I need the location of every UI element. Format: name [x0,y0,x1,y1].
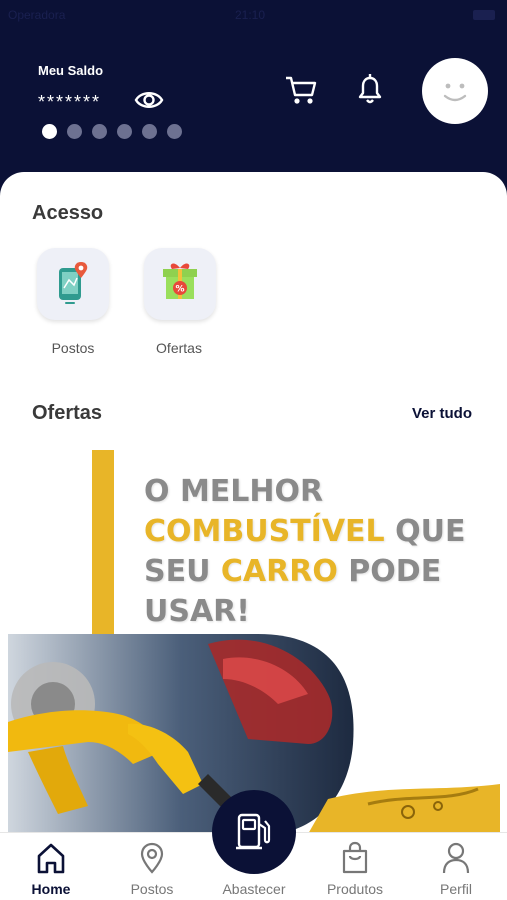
map-pin-phone-icon [59,262,88,304]
main-sheet: Acesso % Postos Ofertas Ofertas Ver tudo… [0,172,507,832]
nav-produtos-label: Produtos [326,881,384,897]
status-time: 21:10 [235,8,266,22]
banner-line-3: SEU CARRO PODE [144,552,484,592]
home-icon [37,843,65,874]
banner-text-part: SEU [144,554,221,589]
carousel-dots [42,124,182,139]
gift-discount-icon: % [163,263,197,299]
nav-abastecer-label: Abastecer [222,881,286,897]
nav-perfil[interactable]: Perfil [411,833,501,900]
acesso-ofertas-label: Ofertas [156,340,202,356]
banner-text-part: PODE [337,554,442,589]
carousel-dot[interactable] [67,124,82,139]
banner-line-2: COMBUSTÍVEL QUE [144,512,484,552]
carousel-dot[interactable] [142,124,157,139]
abastecer-button[interactable] [212,790,296,874]
banner-highlight: CARRO [220,554,338,589]
status-bar: Operadora 21:10 [0,4,507,24]
banner-line-1: O MELHOR [144,474,324,509]
carrier-label: Operadora [8,8,66,22]
carousel-dot[interactable] [92,124,107,139]
acesso-ofertas-tile[interactable]: % [144,248,216,320]
nav-home-label: Home [31,881,71,897]
svg-text:%: % [175,285,184,295]
offer-banner[interactable]: O MELHOR COMBUSTÍVEL QUE SEU CARRO PODE … [8,450,500,832]
nav-home[interactable]: Home [6,833,96,900]
ofertas-title: Ofertas [32,402,103,424]
carousel-dot[interactable] [167,124,182,139]
cart-icon[interactable] [284,74,318,106]
acesso-postos-tile[interactable] [37,248,109,320]
carousel-dot[interactable] [42,124,57,139]
nav-postos-label: Postos [130,881,174,897]
banner-accent-bar [92,450,114,650]
balance-label: Meu Saldo [38,63,104,78]
nav-postos[interactable]: Postos [107,833,197,900]
nav-perfil-label: Perfil [440,881,472,897]
carousel-dot[interactable] [117,124,132,139]
fuel-pump-icon [236,813,271,850]
banner-text-part: QUE [384,514,466,549]
avatar[interactable] [422,58,488,124]
banner-highlight: COMBUSTÍVEL [144,514,385,549]
eye-icon[interactable] [134,86,164,114]
ver-tudo-link[interactable]: Ver tudo [412,405,472,422]
shopping-bag-icon [342,841,368,874]
acesso-title: Acesso [32,202,104,224]
balance-value: ******* [38,92,102,112]
battery-icon [473,10,495,20]
acesso-postos-label: Postos [51,340,95,356]
nav-produtos[interactable]: Produtos [310,833,400,900]
banner-line-4: USAR! [144,594,250,629]
location-pin-icon [140,842,164,874]
header: Operadora 21:10 Meu Saldo ******* [0,0,507,200]
banner-headline: O MELHOR COMBUSTÍVEL QUE SEU CARRO PODE … [144,472,484,632]
bell-icon[interactable] [354,72,386,106]
user-icon [442,842,470,874]
